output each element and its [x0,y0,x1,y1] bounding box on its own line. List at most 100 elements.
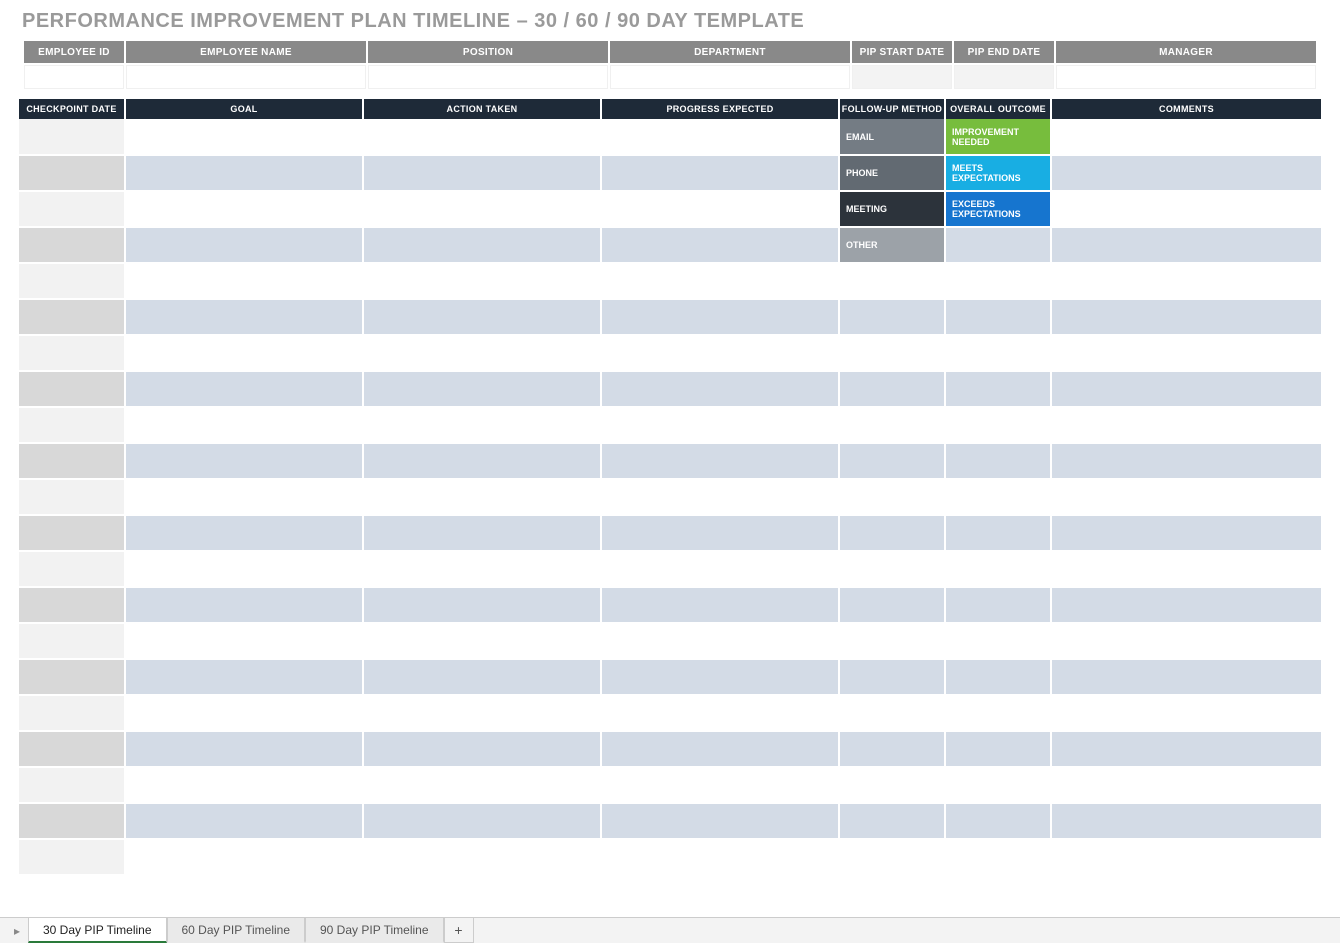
cell-follow-up[interactable] [839,803,945,839]
cell-comments[interactable] [1051,731,1321,767]
cell-progress-expected[interactable] [601,263,839,299]
cell-follow-up[interactable] [839,587,945,623]
cell-follow-up[interactable]: EMAIL [839,119,945,155]
cell-follow-up[interactable] [839,407,945,443]
cell-checkpoint-date[interactable] [19,623,125,659]
cell-action-taken[interactable] [363,407,601,443]
cell-pip-start[interactable] [852,65,952,89]
cell-pip-end[interactable] [954,65,1054,89]
cell-checkpoint-date[interactable] [19,659,125,695]
cell-comments[interactable] [1051,155,1321,191]
cell-action-taken[interactable] [363,659,601,695]
cell-progress-expected[interactable] [601,695,839,731]
cell-employee-id[interactable] [24,65,124,89]
cell-progress-expected[interactable] [601,191,839,227]
cell-checkpoint-date[interactable] [19,587,125,623]
cell-comments[interactable] [1051,515,1321,551]
cell-comments[interactable] [1051,695,1321,731]
cell-checkpoint-date[interactable] [19,839,125,875]
cell-action-taken[interactable] [363,119,601,155]
cell-follow-up[interactable] [839,263,945,299]
cell-comments[interactable] [1051,299,1321,335]
cell-goal[interactable] [125,227,363,263]
cell-action-taken[interactable] [363,767,601,803]
cell-action-taken[interactable] [363,443,601,479]
cell-progress-expected[interactable] [601,587,839,623]
cell-follow-up[interactable] [839,623,945,659]
cell-outcome[interactable]: EXCEEDS EXPECTATIONS [945,191,1051,227]
cell-goal[interactable] [125,299,363,335]
cell-progress-expected[interactable] [601,443,839,479]
cell-action-taken[interactable] [363,695,601,731]
cell-checkpoint-date[interactable] [19,119,125,155]
cell-checkpoint-date[interactable] [19,695,125,731]
cell-progress-expected[interactable] [601,515,839,551]
cell-follow-up[interactable] [839,839,945,875]
cell-outcome[interactable] [945,515,1051,551]
cell-outcome[interactable] [945,443,1051,479]
cell-department[interactable] [610,65,850,89]
cell-checkpoint-date[interactable] [19,191,125,227]
cell-checkpoint-date[interactable] [19,767,125,803]
cell-progress-expected[interactable] [601,839,839,875]
cell-goal[interactable] [125,371,363,407]
cell-action-taken[interactable] [363,551,601,587]
cell-comments[interactable] [1051,371,1321,407]
cell-progress-expected[interactable] [601,335,839,371]
cell-progress-expected[interactable] [601,155,839,191]
cell-goal[interactable] [125,623,363,659]
cell-outcome[interactable]: IMPROVEMENT NEEDED [945,119,1051,155]
cell-outcome[interactable] [945,695,1051,731]
cell-comments[interactable] [1051,767,1321,803]
cell-follow-up[interactable] [839,371,945,407]
cell-follow-up[interactable] [839,335,945,371]
cell-goal[interactable] [125,407,363,443]
cell-action-taken[interactable] [363,227,601,263]
cell-checkpoint-date[interactable] [19,443,125,479]
cell-action-taken[interactable] [363,587,601,623]
cell-comments[interactable] [1051,479,1321,515]
cell-goal[interactable] [125,731,363,767]
cell-progress-expected[interactable] [601,551,839,587]
cell-action-taken[interactable] [363,731,601,767]
cell-outcome[interactable] [945,335,1051,371]
cell-progress-expected[interactable] [601,119,839,155]
cell-follow-up[interactable] [839,731,945,767]
cell-employee-name[interactable] [126,65,366,89]
add-sheet-button[interactable]: + [444,918,474,943]
cell-checkpoint-date[interactable] [19,227,125,263]
cell-goal[interactable] [125,443,363,479]
cell-comments[interactable] [1051,407,1321,443]
cell-progress-expected[interactable] [601,623,839,659]
cell-progress-expected[interactable] [601,731,839,767]
cell-outcome[interactable] [945,839,1051,875]
cell-outcome[interactable] [945,263,1051,299]
cell-follow-up[interactable] [839,479,945,515]
cell-action-taken[interactable] [363,515,601,551]
cell-checkpoint-date[interactable] [19,731,125,767]
cell-checkpoint-date[interactable] [19,803,125,839]
cell-follow-up[interactable]: PHONE [839,155,945,191]
cell-outcome[interactable] [945,299,1051,335]
cell-progress-expected[interactable] [601,227,839,263]
cell-follow-up[interactable] [839,551,945,587]
cell-checkpoint-date[interactable] [19,263,125,299]
cell-comments[interactable] [1051,263,1321,299]
cell-comments[interactable] [1051,443,1321,479]
cell-progress-expected[interactable] [601,407,839,443]
cell-goal[interactable] [125,587,363,623]
cell-manager[interactable] [1056,65,1316,89]
cell-action-taken[interactable] [363,803,601,839]
cell-comments[interactable] [1051,335,1321,371]
cell-action-taken[interactable] [363,155,601,191]
cell-follow-up[interactable] [839,299,945,335]
cell-checkpoint-date[interactable] [19,371,125,407]
cell-outcome[interactable]: MEETS EXPECTATIONS [945,155,1051,191]
cell-goal[interactable] [125,551,363,587]
cell-action-taken[interactable] [363,371,601,407]
tab-90-day[interactable]: 90 Day PIP Timeline [305,918,444,943]
cell-comments[interactable] [1051,803,1321,839]
cell-goal[interactable] [125,659,363,695]
cell-follow-up[interactable] [839,659,945,695]
cell-follow-up[interactable] [839,695,945,731]
